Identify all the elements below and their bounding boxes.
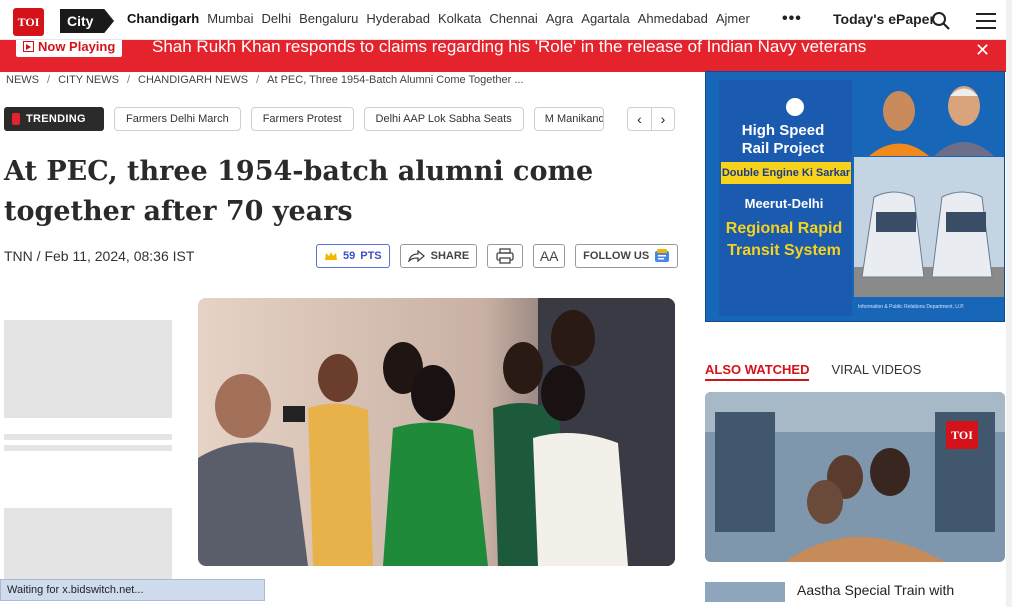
chevron-left-icon[interactable]: ‹	[628, 108, 651, 130]
font-size-button[interactable]: AA	[533, 244, 566, 268]
breadcrumb-chandigarh-news[interactable]: CHANDIGARH NEWS	[138, 74, 248, 86]
city-link-agra[interactable]: Agra	[546, 11, 573, 26]
city-menu-button[interactable]: City	[60, 9, 114, 33]
scrollbar[interactable]	[1006, 0, 1012, 607]
city-link-chennai[interactable]: Chennai	[489, 11, 537, 26]
loading-placeholder	[4, 508, 172, 583]
toi-logo: TOI	[946, 421, 978, 449]
epaper-link[interactable]: Today's ePaper	[833, 11, 935, 27]
ad-project-name: Regional Rapid Transit System	[725, 220, 843, 259]
trending-chip[interactable]: Farmers Delhi March	[114, 107, 241, 131]
city-link-chandigarh[interactable]: Chandigarh	[127, 11, 199, 26]
points-label: PTS	[360, 250, 382, 262]
article-byline: TNN / Feb 11, 2024, 08:36 IST	[4, 248, 195, 264]
share-label: SHARE	[430, 250, 470, 262]
trending-chip[interactable]: Farmers Protest	[250, 107, 354, 131]
follow-us-button[interactable]: FOLLOW US	[575, 244, 679, 268]
print-button[interactable]	[487, 244, 524, 268]
video-tabs: ALSO WATCHED VIRAL VIDEOS	[705, 362, 921, 381]
city-list: Chandigarh Mumbai Delhi Bengaluru Hydera…	[127, 11, 750, 26]
city-link-mumbai[interactable]: Mumbai	[207, 11, 253, 26]
trending-label: TRENDING	[4, 107, 104, 131]
loading-placeholder-line	[4, 445, 172, 451]
crown-icon	[325, 252, 337, 260]
points-value: 59	[343, 250, 356, 262]
article-photo[interactable]	[198, 298, 675, 566]
page-title: At PEC, three 1954-batch alumni come tog…	[4, 156, 594, 227]
related-video-title[interactable]: Aastha Special Train with	[797, 582, 954, 598]
breadcrumb-separator: /	[256, 74, 260, 86]
ad-tagline: Double Engine Ki Sarkar	[721, 162, 851, 184]
trending-label-text: TRENDING	[26, 113, 86, 125]
chevron-right-icon[interactable]: ›	[651, 108, 674, 130]
city-link-kolkata[interactable]: Kolkata	[438, 11, 481, 26]
breadcrumb-separator: /	[126, 74, 131, 86]
ad-headline: High Speed Rail Project	[741, 122, 825, 157]
loading-placeholder-line	[4, 434, 172, 440]
search-icon[interactable]	[930, 10, 952, 32]
trending-chip[interactable]: M Manikandan	[533, 107, 604, 131]
advertisement-banner[interactable]: High Speed Rail Project Double Engine Ki…	[705, 71, 1005, 322]
top-navigation: TOI City Chandigarh Mumbai Delhi Bengalu…	[0, 0, 1006, 40]
breadcrumb-separator: /	[47, 74, 51, 86]
toi-logo[interactable]: TOI	[13, 8, 44, 36]
emblem-icon	[784, 96, 806, 118]
ad-footer-text: Information & Public Relations Departmen…	[858, 304, 965, 310]
breadcrumb-city-news[interactable]: CITY NEWS	[58, 74, 119, 86]
share-button[interactable]: SHARE	[399, 244, 478, 268]
city-link-ajmer[interactable]: Ajmer	[716, 11, 750, 26]
breadcrumb: NEWS / CITY NEWS / CHANDIGARH NEWS / At …	[6, 74, 524, 86]
trending-bar: TRENDING Farmers Delhi March Farmers Pro…	[4, 107, 604, 131]
now-playing-bar[interactable]: Now Playing Shah Rukh Khan responds to c…	[0, 40, 1006, 72]
trending-pin-icon	[12, 113, 20, 125]
share-icon	[407, 250, 425, 262]
loading-placeholder	[4, 320, 172, 418]
tab-viral-videos[interactable]: VIRAL VIDEOS	[831, 362, 921, 381]
now-playing-label: Now Playing	[38, 40, 116, 54]
points-button[interactable]: 59 PTS	[316, 244, 390, 268]
city-link-hyderabad[interactable]: Hyderabad	[366, 11, 430, 26]
ad-train-image	[854, 157, 1004, 297]
tab-also-watched[interactable]: ALSO WATCHED	[705, 362, 810, 381]
leader-portrait-image	[869, 86, 994, 156]
now-playing-title[interactable]: Shah Rukh Khan responds to claims regard…	[152, 40, 866, 57]
article-actions: 59 PTS SHARE AA FOLLOW US	[316, 244, 679, 268]
page: TOI City Chandigarh Mumbai Delhi Bengalu…	[0, 0, 1012, 607]
city-link-bengaluru[interactable]: Bengaluru	[299, 11, 358, 26]
video-thumbnail[interactable]	[705, 392, 1005, 562]
related-video-thumbnail[interactable]	[705, 582, 785, 602]
city-link-delhi[interactable]: Delhi	[261, 11, 291, 26]
ad-route: Meerut-Delhi	[744, 196, 824, 211]
trending-arrows: ‹ ›	[627, 107, 675, 131]
follow-us-label: FOLLOW US	[583, 250, 650, 262]
breadcrumb-news[interactable]: NEWS	[6, 74, 39, 86]
close-icon[interactable]: ✕	[975, 40, 990, 61]
browser-status-bar: Waiting for x.bidswitch.net...	[0, 579, 265, 601]
trending-chip[interactable]: Delhi AAP Lok Sabha Seats	[363, 107, 524, 131]
city-link-ahmedabad[interactable]: Ahmedabad	[638, 11, 708, 26]
more-cities-button[interactable]: •••	[782, 10, 802, 28]
now-playing-badge: Now Playing	[16, 40, 123, 57]
play-icon	[23, 41, 34, 52]
city-link-agartala[interactable]: Agartala	[581, 11, 629, 26]
hamburger-menu-icon[interactable]	[976, 13, 996, 29]
print-icon	[496, 248, 514, 264]
breadcrumb-current: At PEC, Three 1954-Batch Alumni Come Tog…	[267, 74, 524, 86]
google-news-icon	[655, 249, 670, 262]
